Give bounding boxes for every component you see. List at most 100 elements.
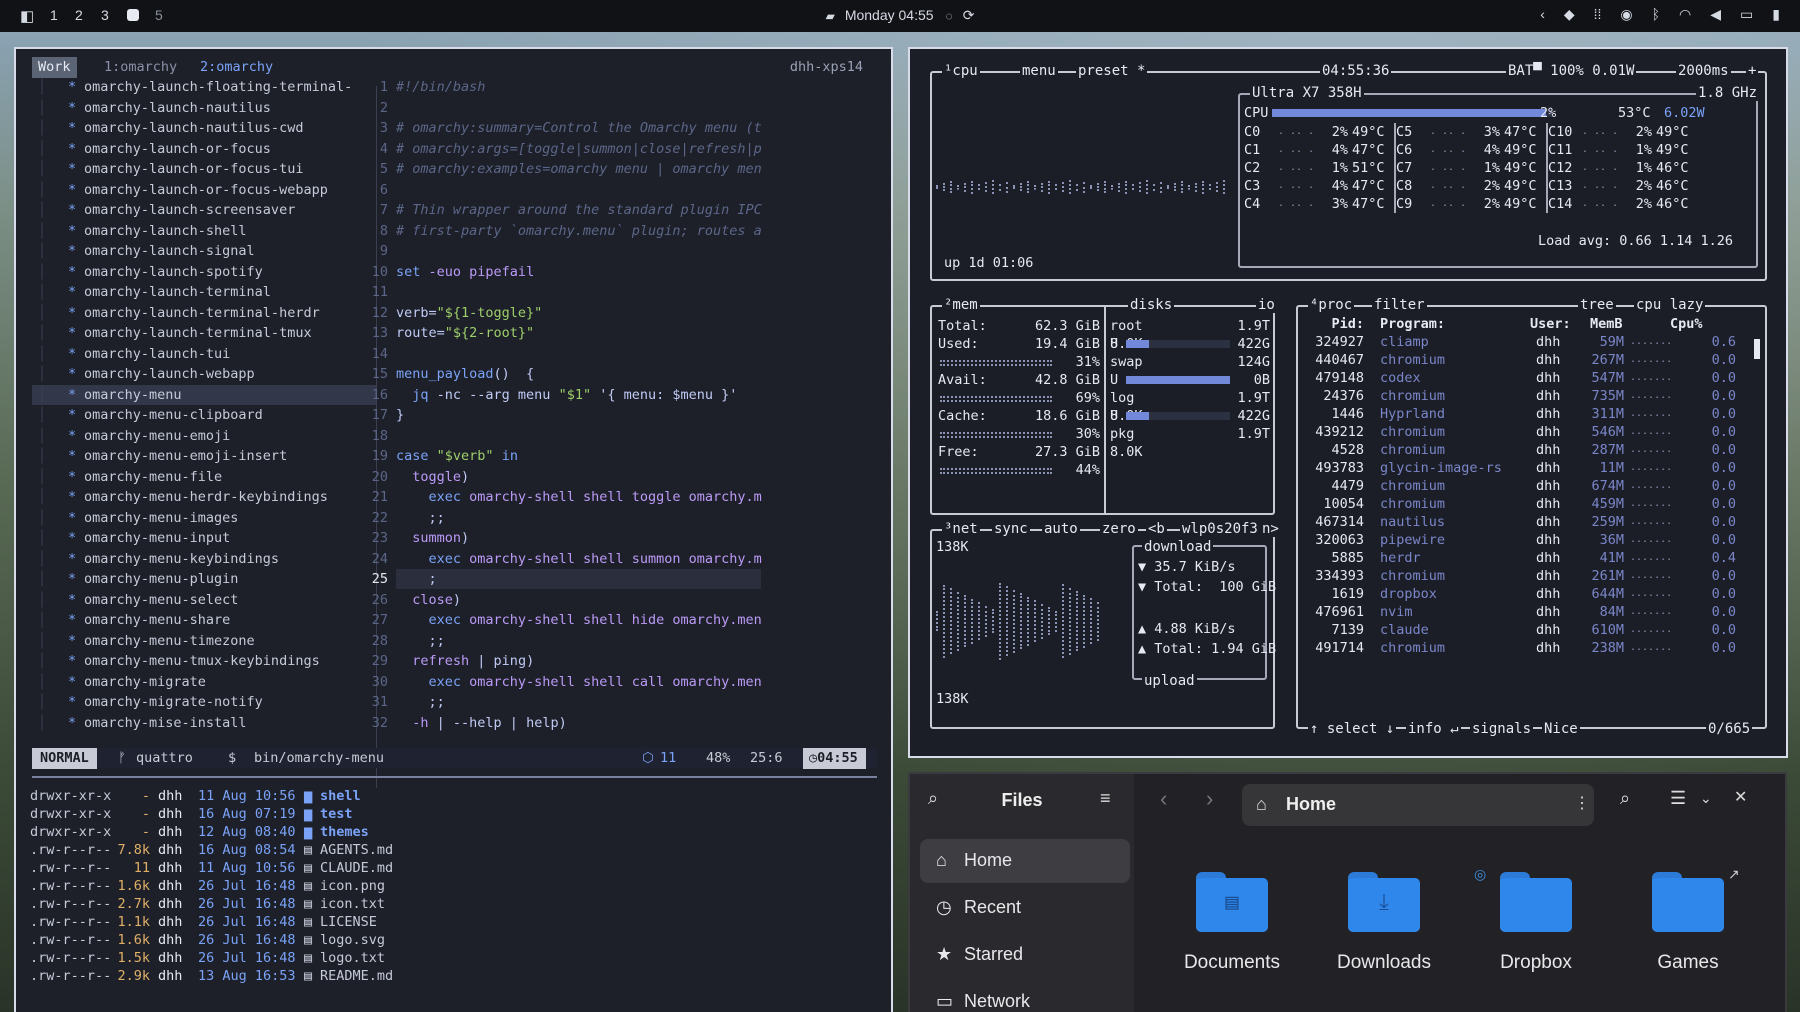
tree-item[interactable]: omarchy-menu-herdr-keybindings xyxy=(84,487,328,508)
back-icon[interactable]: ‹ xyxy=(1160,788,1167,810)
proc-nice[interactable]: Nice xyxy=(1542,721,1580,737)
proc-program[interactable]: chromium xyxy=(1380,351,1445,369)
sidebar-item-network[interactable]: Network xyxy=(964,991,1030,1012)
proc-filter[interactable]: filter xyxy=(1372,297,1427,313)
tree-item[interactable]: omarchy-migrate xyxy=(84,672,206,693)
proc-pid[interactable]: 467314 xyxy=(1304,513,1364,531)
tree-item[interactable]: omarchy-menu-plugin xyxy=(84,569,238,590)
mem-title[interactable]: ²mem xyxy=(942,297,980,313)
cpu-tab[interactable]: ¹cpu xyxy=(942,63,980,79)
ls-name[interactable]: LICENSE xyxy=(320,913,377,931)
proc-program[interactable]: pipewire xyxy=(1380,531,1445,549)
net-prev-icon[interactable]: <b xyxy=(1146,521,1167,537)
tree-item[interactable]: omarchy-launch-tui xyxy=(84,344,230,365)
proc-pid[interactable]: 479148 xyxy=(1304,369,1364,387)
tree-item[interactable]: omarchy-menu-select xyxy=(84,590,238,611)
tree-item[interactable]: omarchy-menu-timezone xyxy=(84,631,255,652)
tree-item[interactable]: omarchy-menu-input xyxy=(84,528,230,549)
proc-program[interactable]: Hyprland xyxy=(1380,405,1445,423)
disks-title[interactable]: disks xyxy=(1128,297,1175,313)
proc-program[interactable]: chromium xyxy=(1380,567,1445,585)
proc-pid[interactable]: 4479 xyxy=(1304,477,1364,495)
proc-sort[interactable]: cpu lazy xyxy=(1634,297,1706,313)
dropbox-icon[interactable]: ◆ xyxy=(1564,6,1575,23)
proc-program[interactable]: chromium xyxy=(1380,387,1445,405)
tree-item[interactable]: omarchy-launch-shell xyxy=(84,221,247,242)
tree-item[interactable]: omarchy-menu-share xyxy=(84,610,230,631)
proc-info[interactable]: info ↵ xyxy=(1406,721,1461,737)
proc-pid[interactable]: 1619 xyxy=(1304,585,1364,603)
files-window[interactable]: ⌕ Files ≡ ⌂ Home ◷ Recent ★ Starred ▭ Network ‹… xyxy=(908,772,1787,1012)
proc-title[interactable]: ⁴proc xyxy=(1308,297,1355,313)
proc-pid[interactable]: 324927 xyxy=(1304,333,1364,351)
view-options-icon[interactable]: ⌄ xyxy=(1700,788,1712,809)
proc-pid[interactable]: 4528 xyxy=(1304,441,1364,459)
proc-select[interactable]: ↑ select ↓ xyxy=(1308,721,1397,737)
folder-label[interactable]: Dropbox xyxy=(1466,952,1606,974)
tree-item[interactable]: omarchy-launch-floating-terminal- xyxy=(84,77,352,98)
sidebar-item-starred[interactable]: Starred xyxy=(964,944,1023,965)
update-interval[interactable]: 2000ms xyxy=(1676,63,1731,79)
proc-header[interactable]: Pid: xyxy=(1304,315,1364,333)
tree-item[interactable]: omarchy-menu-emoji xyxy=(84,426,230,447)
folder-label[interactable]: Downloads xyxy=(1314,952,1454,974)
proc-pid[interactable]: 5885 xyxy=(1304,549,1364,567)
tree-item[interactable]: omarchy-launch-nautilus-cwd xyxy=(84,118,303,139)
proc-tree[interactable]: tree xyxy=(1578,297,1616,313)
tree-item[interactable]: omarchy-launch-terminal-herdr xyxy=(84,303,320,324)
proc-program[interactable]: chromium xyxy=(1380,639,1445,657)
volume-icon[interactable]: ◀ xyxy=(1710,6,1721,23)
tree-item[interactable]: omarchy-migrate-notify xyxy=(84,692,263,713)
proc-pid[interactable]: 1446 xyxy=(1304,405,1364,423)
proc-header[interactable]: Program: xyxy=(1380,315,1445,333)
documents-folder-icon[interactable]: ▤ xyxy=(1196,872,1268,932)
clock[interactable]: Monday 04:55 xyxy=(845,7,934,23)
preset-tab[interactable]: preset * xyxy=(1076,63,1148,79)
tree-item[interactable]: omarchy-menu-tmux-keybindings xyxy=(84,651,320,672)
net-auto[interactable]: auto xyxy=(1042,521,1080,537)
sidebar-item-recent[interactable]: Recent xyxy=(964,897,1021,918)
display-icon[interactable]: ▭ xyxy=(1740,6,1753,23)
tree-item[interactable]: omarchy-launch-webapp xyxy=(84,364,255,385)
ls-name[interactable]: shell xyxy=(320,787,361,805)
ls-name[interactable]: README.md xyxy=(320,967,393,985)
tree-item[interactable]: omarchy-launch-or-focus xyxy=(84,139,271,160)
screenrecord-icon[interactable]: ▰ xyxy=(826,9,835,23)
ls-name[interactable]: icon.txt xyxy=(320,895,385,913)
net-zero[interactable]: zero xyxy=(1100,521,1138,537)
ls-name[interactable]: CLAUDE.md xyxy=(320,859,393,877)
sidebar-item-home[interactable] xyxy=(920,839,1130,883)
proc-signals[interactable]: signals xyxy=(1470,721,1534,737)
proc-program[interactable]: cliamp xyxy=(1380,333,1429,351)
proc-pid[interactable]: 476961 xyxy=(1304,603,1364,621)
proc-program[interactable]: nautilus xyxy=(1380,513,1445,531)
tree-item[interactable]: omarchy-launch-terminal xyxy=(84,282,271,303)
proc-program[interactable]: glycin-image-rs xyxy=(1380,459,1502,477)
tree-item[interactable]: omarchy-mise-install xyxy=(84,713,247,734)
tmux-window-2[interactable]: 2:omarchy xyxy=(200,57,273,78)
list-view-icon[interactable]: ☰ xyxy=(1670,788,1686,809)
tree-item[interactable]: omarchy-launch-signal xyxy=(84,241,255,262)
tree-item[interactable]: omarchy-menu-images xyxy=(84,508,238,529)
location-bar[interactable]: ⌂ Home ⋮ xyxy=(1242,784,1594,826)
tree-item[interactable]: omarchy-launch-screensaver xyxy=(84,200,295,221)
ls-name[interactable]: logo.svg xyxy=(320,931,385,949)
proc-scrollbar[interactable] xyxy=(1754,339,1760,359)
sidebar-item-home[interactable]: Home xyxy=(964,850,1012,871)
proc-program[interactable]: codex xyxy=(1380,369,1421,387)
btop-window[interactable]: ¹cpu menu preset * 04:55:36 BAT▀ 100% 0.… xyxy=(908,47,1788,758)
proc-pid[interactable]: 24376 xyxy=(1304,387,1364,405)
proc-pid[interactable]: 439212 xyxy=(1304,423,1364,441)
discord-icon[interactable]: ◉ xyxy=(1620,6,1632,23)
proc-header[interactable]: Cpu% xyxy=(1670,315,1703,333)
proc-program[interactable]: claude xyxy=(1380,621,1429,639)
proc-pid[interactable]: 334393 xyxy=(1304,567,1364,585)
net-sync[interactable]: sync xyxy=(992,521,1030,537)
ls-name[interactable]: AGENTS.md xyxy=(320,841,393,859)
proc-pid[interactable]: 493783 xyxy=(1304,459,1364,477)
games-folder-icon[interactable] xyxy=(1652,872,1724,932)
ls-name[interactable]: icon.png xyxy=(320,877,385,895)
folder-label[interactable]: Games xyxy=(1618,952,1758,974)
proc-program[interactable]: nvim xyxy=(1380,603,1413,621)
folder-label[interactable]: Documents xyxy=(1162,952,1302,974)
